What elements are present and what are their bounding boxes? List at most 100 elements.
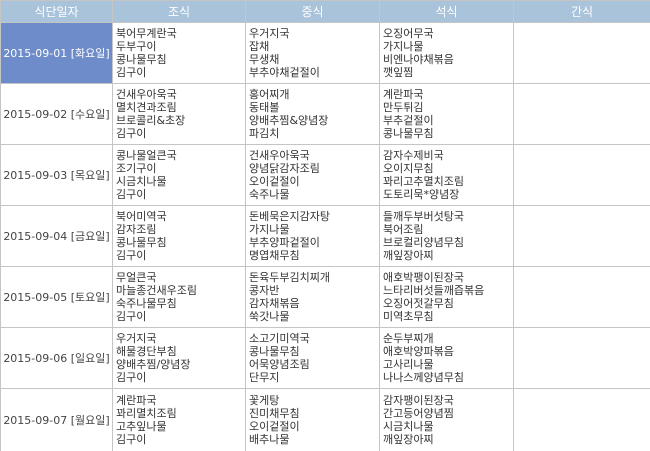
snack-cell	[513, 266, 650, 328]
menu-item: 콩나물무침	[249, 345, 300, 358]
menu-item: 양념닭감자조림	[249, 162, 320, 175]
menu-item: 부추양파겉절이	[249, 236, 320, 249]
menu-item: 숙주나물무침	[116, 297, 177, 310]
menu-item: 양배추찜&양념장	[249, 114, 329, 127]
menu-item: 파김치	[249, 127, 280, 140]
menu-item: 오이겉절이	[249, 420, 300, 433]
lunch-cell: 꽃게탕 진미채무침 오이겉절이 배추나물	[245, 388, 380, 451]
table-row[interactable]: 2015-09-02 [수요일] 건새우아욱국 멸치견과조림 브로콜리&초장 김구이 홍어…	[0, 83, 650, 145]
header-lunch: 중식	[245, 0, 380, 23]
menu-item: 가지나물	[249, 223, 290, 236]
menu-item: 콩나물무침	[116, 53, 167, 66]
menu-item: 감자조림	[116, 223, 157, 236]
menu-item: 브로콜리&초장	[116, 114, 186, 127]
header-date: 식단일자	[0, 0, 113, 23]
menu-item: 건새우아욱국	[116, 88, 177, 101]
menu-item: 해물경단부침	[116, 345, 177, 358]
table-row[interactable]: 2015-09-03 [목요일] 콩나물얼큰국 조기구이 시금치나물 김구이 건새우아욱국…	[0, 144, 650, 206]
menu-item: 꽃게탕	[249, 394, 280, 407]
menu-item: 동태볼	[249, 101, 280, 114]
menu-item: 두부구이	[116, 40, 157, 53]
menu-item: 간고등어양념찜	[383, 407, 454, 420]
meal-date-cell[interactable]: 2015-09-05 [토요일]	[0, 266, 113, 328]
menu-item: 고추잎나물	[116, 420, 167, 433]
menu-item: 숙주나물	[249, 188, 290, 201]
menu-item: 돈베묵은지감자탕	[249, 210, 330, 223]
menu-item: 가지나물	[383, 40, 424, 53]
menu-item: 우거지국	[249, 27, 290, 40]
menu-item: 나나스께양념무침	[383, 371, 464, 384]
table-row[interactable]: 2015-09-07 [월요일] 계란파국 꽈리멸치조림 고추잎나물 김구이 꽃게탕 진미채…	[0, 388, 650, 451]
menu-item: 콩나물얼큰국	[116, 149, 177, 162]
header-snack: 간식	[513, 0, 650, 23]
header-breakfast: 조식	[112, 0, 246, 23]
lunch-cell: 홍어찌개 동태볼 양배추찜&양념장 파김치	[245, 83, 380, 145]
menu-item: 김구이	[116, 127, 147, 140]
snack-cell	[513, 327, 650, 389]
menu-item: 북어조림	[383, 223, 424, 236]
menu-item: 계란파국	[116, 394, 157, 407]
menu-item: 건새우아욱국	[249, 149, 310, 162]
breakfast-cell: 계란파국 꽈리멸치조림 고추잎나물 김구이	[112, 388, 246, 451]
menu-item: 콩나물무침	[116, 236, 167, 249]
snack-cell	[513, 144, 650, 206]
snack-cell	[513, 388, 650, 451]
dinner-cell: 순두부찌개 애호박양파볶음 고사리나물 나나스께양념무침	[379, 327, 514, 389]
menu-item: 무얼큰국	[116, 271, 157, 284]
lunch-cell: 건새우아욱국 양념닭감자조림 오이겉절이 숙주나물	[245, 144, 380, 206]
menu-item: 오징어젓갈무침	[383, 297, 454, 310]
menu-item: 깨잎장아찌	[383, 249, 434, 262]
menu-item: 김구이	[116, 188, 147, 201]
snack-cell	[513, 22, 650, 84]
menu-item: 브로컬리양념무침	[383, 236, 464, 249]
meal-plan-table: 식단일자 조식 중식 석식 간식 2015-09-01 [화요일] 북어무계란국 두…	[0, 0, 650, 451]
breakfast-cell: 콩나물얼큰국 조기구이 시금치나물 김구이	[112, 144, 246, 206]
menu-item: 감자수제비국	[383, 149, 444, 162]
table-row[interactable]: 2015-09-01 [화요일] 북어무계란국 두부구이 콩나물무침 김구이 우거지국 잡채…	[0, 22, 650, 84]
table-row[interactable]: 2015-09-04 [금요일] 북어미역국 감자조림 콩나물무침 김구이 돈베묵은지감자…	[0, 205, 650, 267]
menu-item: 부추겉절이	[383, 114, 434, 127]
dinner-cell: 감자팽이된장국 간고등어양념찜 시금치나물 깨잎장아찌	[379, 388, 514, 451]
breakfast-cell: 건새우아욱국 멸치견과조림 브로콜리&초장 김구이	[112, 83, 246, 145]
menu-item: 배추나물	[249, 433, 290, 446]
meal-date-cell[interactable]: 2015-09-03 [목요일]	[0, 144, 113, 206]
menu-item: 미역초무침	[383, 310, 434, 323]
table-row[interactable]: 2015-09-06 [일요일] 우거지국 해물경단부침 양배추찜/양념장 김구이 소고기…	[0, 327, 650, 389]
menu-item: 무생채	[249, 53, 280, 66]
menu-item: 김구이	[116, 249, 147, 262]
snack-cell	[513, 83, 650, 145]
menu-item: 깨잎장아찌	[383, 433, 434, 446]
lunch-cell: 돈육두부김치찌개 콩자반 감자채볶음 쑥갓나물	[245, 266, 380, 328]
menu-item: 돈육두부김치찌개	[249, 271, 330, 284]
menu-item: 오이겉절이	[249, 175, 300, 188]
menu-item: 어묵양념조림	[249, 358, 310, 371]
breakfast-cell: 북어무계란국 두부구이 콩나물무침 김구이	[112, 22, 246, 84]
menu-item: 소고기미역국	[249, 332, 310, 345]
menu-item: 단무지	[249, 371, 280, 384]
menu-item: 콩자반	[249, 284, 280, 297]
menu-item: 북어미역국	[116, 210, 167, 223]
dinner-cell: 들깨두부버섯탕국 북어조림 브로컬리양념무침 깨잎장아찌	[379, 205, 514, 267]
menu-item: 애호박양파볶음	[383, 345, 454, 358]
menu-item: 조기구이	[116, 162, 157, 175]
table-row[interactable]: 2015-09-05 [토요일] 무얼큰국 마늘종건새우조림 숙주나물무침 김구이 돈육두…	[0, 266, 650, 328]
menu-item: 들깨두부버섯탕국	[383, 210, 464, 223]
meal-date-cell[interactable]: 2015-09-01 [화요일]	[0, 22, 113, 84]
meal-date-cell[interactable]: 2015-09-04 [금요일]	[0, 205, 113, 267]
menu-item: 콩나물무침	[383, 127, 434, 140]
dinner-cell: 감자수제비국 오이지무침 꽈리고추멸치조림 도토리묵*양념장	[379, 144, 514, 206]
dinner-cell: 오징어무국 가지나물 비엔나야채볶음 깻잎찜	[379, 22, 514, 84]
meal-date-cell[interactable]: 2015-09-06 [일요일]	[0, 327, 113, 389]
menu-item: 명엽채무침	[249, 249, 300, 262]
menu-item: 느타리버섯들깨즙볶음	[383, 284, 485, 297]
menu-item: 꽈리고추멸치조림	[383, 175, 464, 188]
menu-item: 북어무계란국	[116, 27, 177, 40]
snack-cell	[513, 205, 650, 267]
meal-date-cell[interactable]: 2015-09-07 [월요일]	[0, 388, 113, 451]
menu-item: 우거지국	[116, 332, 157, 345]
menu-item: 고사리나물	[383, 358, 434, 371]
meal-date-cell[interactable]: 2015-09-02 [수요일]	[0, 83, 113, 145]
menu-item: 양배추찜/양념장	[116, 358, 191, 371]
menu-item: 오징어무국	[383, 27, 434, 40]
menu-item: 쑥갓나물	[249, 310, 290, 323]
